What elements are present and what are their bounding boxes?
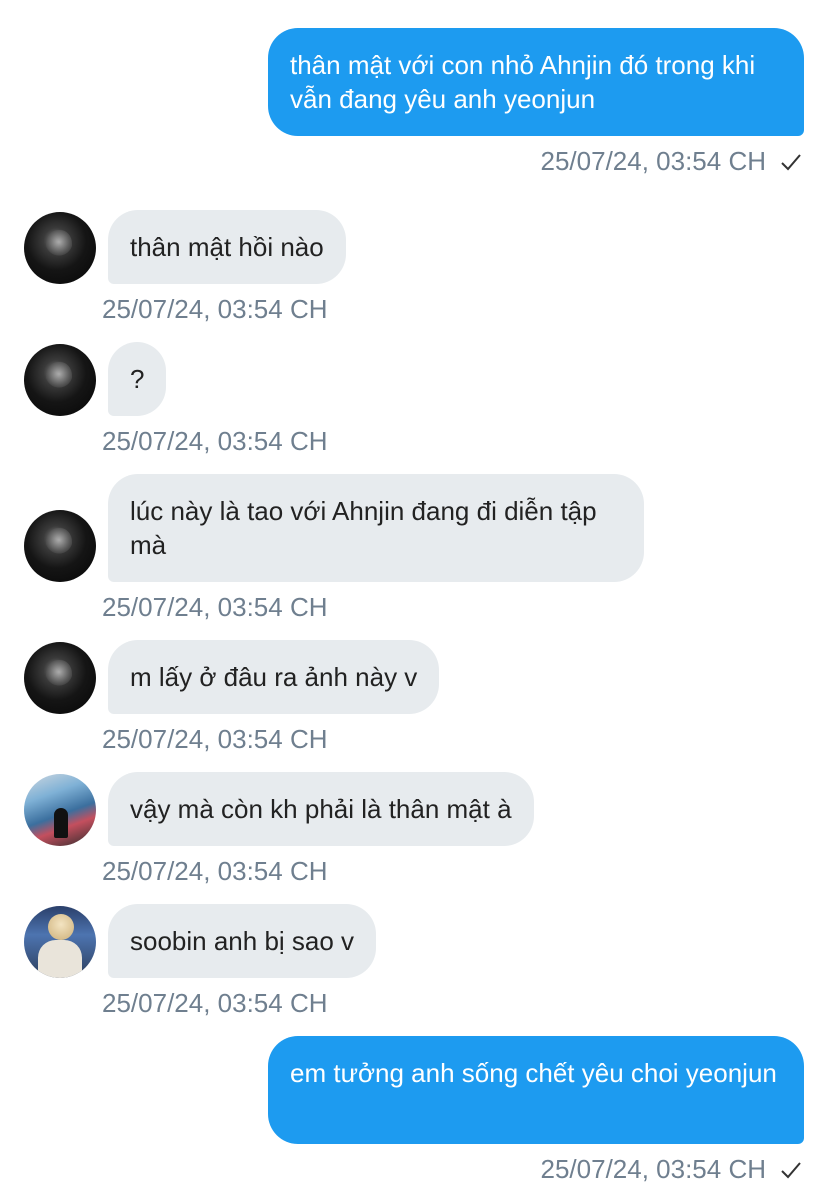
message-bubble[interactable]: soobin anh bị sao v <box>108 904 377 978</box>
message-incoming: m lấy ở đâu ra ảnh này v 25/07/24, 03:54… <box>0 640 828 760</box>
avatar[interactable] <box>24 212 96 284</box>
message-bubble[interactable]: em tưởng anh sống chết yêu choi yeonjun <box>268 1036 804 1144</box>
message-incoming: lúc này là tao với Ahnjin đang đi diễn t… <box>0 474 828 634</box>
message-timestamp: 25/07/24, 03:54 CH <box>102 294 328 324</box>
message-outgoing: thân mật với con nhỏ Ahnjin đó trong khi… <box>0 0 828 180</box>
avatar[interactable] <box>24 642 96 714</box>
message-timestamp: 25/07/24, 03:54 CH <box>540 146 767 176</box>
checkmark-icon <box>781 154 801 171</box>
message-bubble[interactable]: ? <box>108 342 167 416</box>
message-bubble[interactable]: thân mật hồi nào <box>108 210 346 284</box>
message-timestamp: 25/07/24, 03:54 CH <box>102 724 328 754</box>
checkmark-icon <box>781 1162 801 1179</box>
avatar[interactable] <box>24 906 96 978</box>
message-timestamp: 25/07/24, 03:54 CH <box>102 856 328 886</box>
message-incoming: vậy mà còn kh phải là thân mật à 25/07/2… <box>0 772 828 892</box>
avatar[interactable] <box>24 344 96 416</box>
message-incoming: soobin anh bị sao v 25/07/24, 03:54 CH <box>0 904 828 1024</box>
message-bubble[interactable]: lúc này là tao với Ahnjin đang đi diễn t… <box>108 474 644 582</box>
message-outgoing: em tưởng anh sống chết yêu choi yeonjun … <box>0 1008 828 1198</box>
message-bubble[interactable]: thân mật với con nhỏ Ahnjin đó trong khi… <box>268 28 804 136</box>
message-bubble[interactable]: vậy mà còn kh phải là thân mật à <box>108 772 534 846</box>
avatar[interactable] <box>24 510 96 582</box>
message-bubble[interactable]: m lấy ở đâu ra ảnh này v <box>108 640 440 714</box>
avatar[interactable] <box>24 774 96 846</box>
message-timestamp: 25/07/24, 03:54 CH <box>540 1154 767 1184</box>
message-timestamp: 25/07/24, 03:54 CH <box>102 426 328 456</box>
message-incoming: thân mật hồi nào 25/07/24, 03:54 CH <box>0 210 828 330</box>
message-incoming: ? 25/07/24, 03:54 CH <box>0 342 828 462</box>
message-timestamp: 25/07/24, 03:54 CH <box>102 592 328 622</box>
